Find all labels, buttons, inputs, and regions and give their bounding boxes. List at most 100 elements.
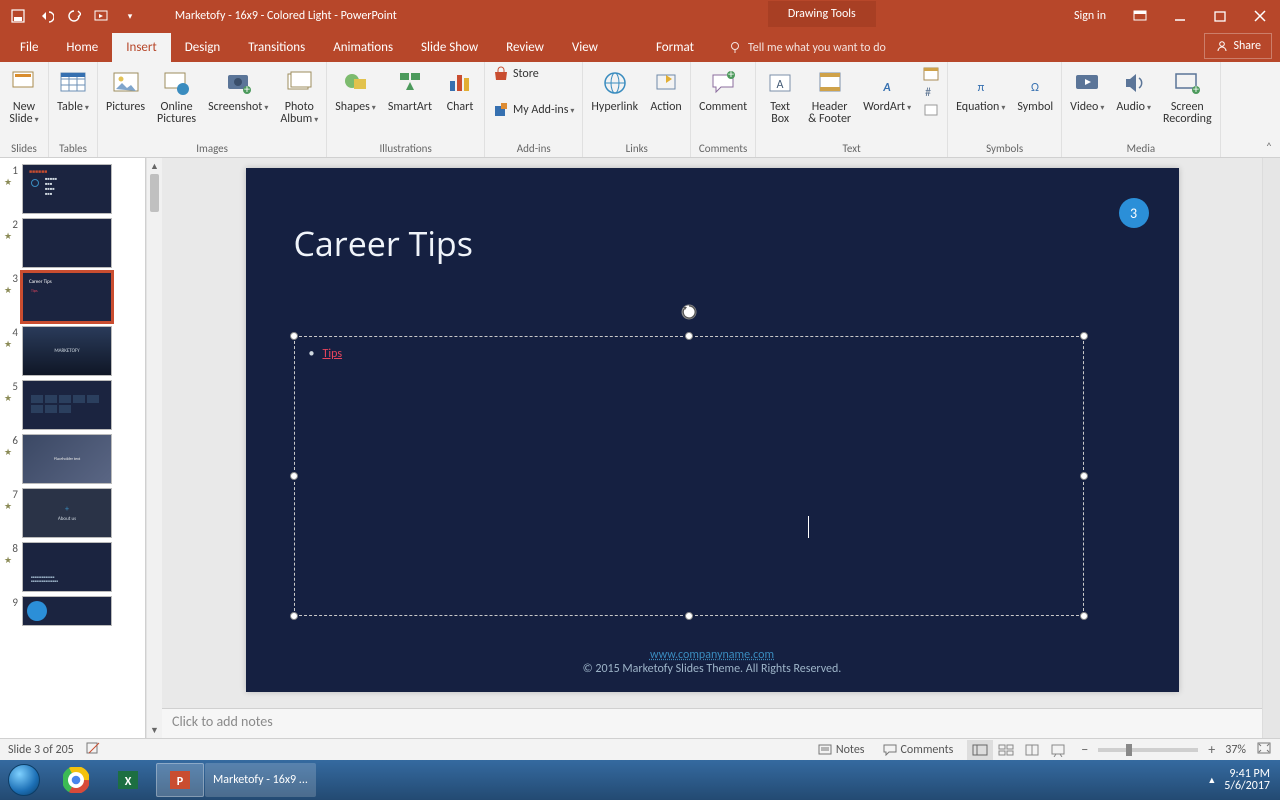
slide-canvas[interactable]: Career Tips 3 •Tips [246, 168, 1179, 692]
chart-button[interactable]: Chart [440, 65, 480, 115]
scroll-down-icon[interactable]: ▼ [147, 722, 162, 738]
zoom-slider-thumb[interactable] [1126, 744, 1132, 756]
text-box-icon: A [764, 67, 796, 99]
thumbnail-8[interactable]: 8★■■■■■■■■■■■■■■■■■■■■■■■■■■■■ [0, 540, 145, 594]
slide-sorter-button[interactable] [993, 740, 1019, 760]
comment-button[interactable]: +Comment [695, 65, 751, 115]
screen-recording-button[interactable]: +Screen Recording [1159, 65, 1216, 127]
audio-button[interactable]: Audio [1112, 65, 1155, 116]
object-button[interactable] [919, 101, 943, 119]
spellcheck-icon[interactable] [86, 741, 100, 759]
comment-icon: + [707, 67, 739, 99]
maximize-button[interactable] [1200, 0, 1240, 32]
slide-title[interactable]: Career Tips [294, 220, 473, 266]
thumbnail-3[interactable]: 3★Career TipsTips [0, 270, 145, 324]
tab-insert[interactable]: Insert [112, 33, 171, 62]
comments-button[interactable]: Comments [879, 743, 958, 757]
shapes-button[interactable]: Shapes [331, 65, 380, 116]
hyperlink-button[interactable]: Hyperlink [587, 65, 642, 115]
tab-home[interactable]: Home [52, 33, 112, 62]
normal-view-button[interactable] [967, 740, 993, 760]
wordart-button[interactable]: AWordArt [859, 65, 915, 116]
thumbnail-4[interactable]: 4★MARKETOFY [0, 324, 145, 378]
tray-expand-icon[interactable]: ▲ [1207, 775, 1216, 786]
notes-button[interactable]: Notes [814, 743, 869, 757]
resize-handle[interactable] [1080, 472, 1088, 480]
header-footer-label: Header & Footer [808, 101, 851, 125]
zoom-slider[interactable] [1098, 748, 1198, 752]
slideshow-button[interactable] [1045, 740, 1071, 760]
vertical-scrollbar[interactable] [1262, 158, 1280, 738]
tab-design[interactable]: Design [171, 33, 234, 62]
zoom-out-button[interactable]: − [1081, 741, 1088, 758]
clock-date[interactable]: 5/6/2017 [1224, 780, 1270, 792]
scroll-up-icon[interactable]: ▲ [147, 158, 162, 174]
sign-in-link[interactable]: Sign in [1060, 9, 1120, 23]
tab-transitions[interactable]: Transitions [234, 33, 319, 62]
resize-handle[interactable] [685, 612, 693, 620]
date-time-button[interactable] [919, 65, 943, 83]
resize-handle[interactable] [290, 332, 298, 340]
header-footer-button[interactable]: Header & Footer [804, 65, 855, 127]
thumbnail-1[interactable]: 1★■■■■■■■■■■■■■■■■■■■■■ [0, 162, 145, 216]
tab-slideshow[interactable]: Slide Show [407, 33, 492, 62]
slide-number-button[interactable]: # [919, 83, 943, 101]
notes-pane[interactable]: Click to add notes [162, 708, 1262, 738]
symbol-button[interactable]: ΩSymbol [1013, 65, 1057, 115]
tab-format[interactable]: Format [642, 33, 708, 62]
audio-label: Audio [1116, 101, 1151, 114]
smartart-button[interactable]: triSmartArt [384, 65, 436, 115]
equation-button[interactable]: πEquation [952, 65, 1009, 116]
chrome-taskbar-icon[interactable] [52, 763, 100, 797]
tab-review[interactable]: Review [492, 33, 558, 62]
thumbnail-9[interactable]: 9 [0, 594, 145, 628]
collapse-ribbon-icon[interactable]: ˄ [1262, 64, 1276, 155]
excel-taskbar-icon[interactable]: X [104, 763, 152, 797]
tell-me-search[interactable]: Tell me what you want to do [728, 41, 886, 62]
fit-to-window-button[interactable] [1256, 741, 1272, 759]
store-button[interactable]: Store [489, 65, 578, 83]
thumbnail-7[interactable]: 7★+About us [0, 486, 145, 540]
thumbnail-6[interactable]: 6★Placeholder text [0, 432, 145, 486]
resize-handle[interactable] [290, 612, 298, 620]
rotate-handle-icon[interactable] [680, 303, 698, 321]
tab-animations[interactable]: Animations [319, 33, 407, 62]
new-slide-button[interactable]: New Slide [4, 65, 44, 128]
footer-link[interactable]: www.companyname.com [650, 648, 774, 662]
thumbnail-2[interactable]: 2★ [0, 216, 145, 270]
screenshot-button[interactable]: +Screenshot [204, 65, 272, 116]
zoom-level[interactable]: 37% [1225, 743, 1246, 757]
action-button[interactable]: Action [646, 65, 686, 115]
my-addins-button[interactable]: My Add-ins [489, 101, 578, 119]
tab-view[interactable]: View [558, 33, 612, 62]
tab-file[interactable]: File [6, 33, 52, 62]
content-text-frame[interactable]: •Tips [294, 336, 1084, 616]
bullet-text[interactable]: Tips [322, 347, 342, 361]
text-box-button[interactable]: AText Box [760, 65, 800, 127]
minimize-button[interactable] [1160, 0, 1200, 32]
ribbon-display-options-icon[interactable] [1120, 0, 1160, 32]
thumbnail-5[interactable]: 5★ [0, 378, 145, 432]
audio-icon [1118, 67, 1150, 99]
start-button[interactable] [0, 760, 48, 800]
table-button[interactable]: Table [53, 65, 93, 116]
group-symbols-label: Symbols [986, 141, 1023, 157]
photo-album-button[interactable]: Photo Album [276, 65, 322, 128]
thumbnail-scrollbar[interactable]: ▲ ▼ [146, 158, 162, 738]
pictures-button[interactable]: Pictures [102, 65, 149, 115]
online-pictures-button[interactable]: Online Pictures [153, 65, 200, 127]
slide-number-icon: # [923, 84, 939, 100]
reading-view-button[interactable] [1019, 740, 1045, 760]
video-button[interactable]: Video [1066, 65, 1108, 116]
action-label: Action [650, 101, 681, 113]
share-button[interactable]: Share [1204, 33, 1272, 59]
scrollbar-thumb[interactable] [150, 174, 159, 212]
resize-handle[interactable] [1080, 332, 1088, 340]
resize-handle[interactable] [685, 332, 693, 340]
resize-handle[interactable] [1080, 612, 1088, 620]
close-button[interactable] [1240, 0, 1280, 32]
taskbar-window-label[interactable]: Marketofy - 16x9 ... [205, 763, 316, 797]
resize-handle[interactable] [290, 472, 298, 480]
zoom-in-button[interactable]: + [1208, 741, 1215, 758]
powerpoint-taskbar-icon[interactable]: P [156, 763, 204, 797]
